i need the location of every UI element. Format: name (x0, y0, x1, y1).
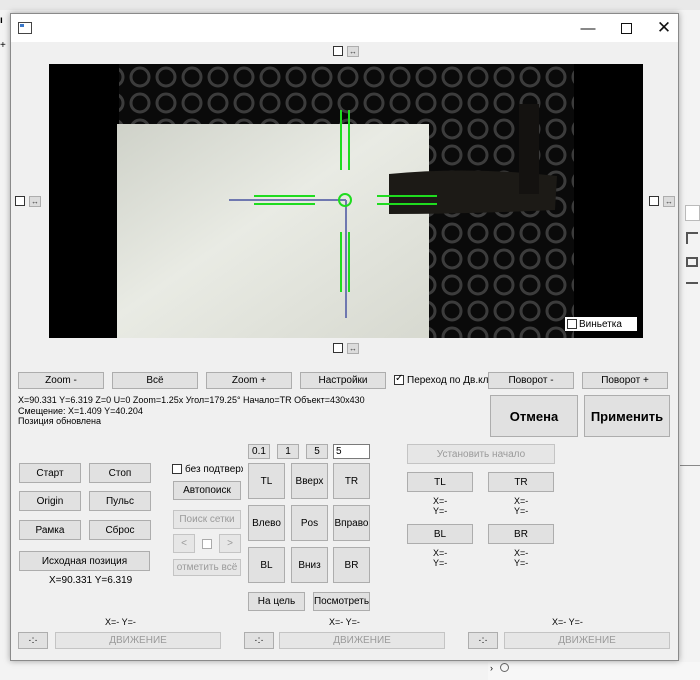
to-target-button[interactable]: На цель (248, 592, 305, 611)
move-readout-left: X=- Y=- (105, 617, 136, 627)
apply-button[interactable]: Применить (584, 395, 670, 437)
move-target-right-button[interactable]: ·:· (468, 632, 498, 649)
minimize-icon: — (580, 19, 596, 37)
corner-br-y: Y=- (514, 558, 529, 568)
jog-tr-button[interactable]: TR (333, 463, 370, 499)
title-bar: — ✕ (11, 14, 678, 42)
camera-view[interactable]: Виньетка (49, 64, 643, 338)
next-button: > (219, 534, 241, 553)
reset-button[interactable]: Сброс (89, 520, 151, 540)
origin-button[interactable]: Origin (19, 491, 81, 511)
move-readout-right: X=- Y=- (552, 617, 583, 627)
move-left-button: ДВИЖЕНИЕ (55, 632, 221, 649)
jog-br-button[interactable]: BR (333, 547, 370, 583)
status-coordinates: X=90.331 Y=6.319 Z=0 U=0 Zoom=1.25x Угол… (18, 395, 365, 405)
corner-br-button[interactable]: BR (488, 524, 554, 544)
jog-down-button[interactable]: Вниз (291, 547, 328, 583)
background-dropdown (685, 205, 700, 221)
corner-tl-button[interactable]: TL (407, 472, 473, 492)
alignment-dialog: — ✕ ↔ ↔ ↔ ↔ Виньетка Zoom - Всё Zoom + Н… (10, 13, 679, 661)
jog-bl-button[interactable]: BL (248, 547, 285, 583)
home-position-button[interactable]: Исходная позиция (19, 551, 150, 571)
zoom-in-button[interactable]: Zoom + (206, 372, 292, 389)
right-edge-checkbox[interactable] (649, 196, 659, 206)
corner-tr-y: Y=- (514, 506, 529, 516)
autosearch-button[interactable]: Автопоиск (173, 481, 241, 500)
zoom-all-button[interactable]: Всё (112, 372, 198, 389)
status-message: Позиция обновлена (18, 416, 102, 426)
left-edge-checkbox[interactable] (15, 196, 25, 206)
rotate-right-button[interactable]: Поворот + (582, 372, 668, 389)
step-0-1-button[interactable]: 0.1 (248, 444, 270, 459)
corner-tr-button[interactable]: TR (488, 472, 554, 492)
vignette-checkbox[interactable] (567, 319, 577, 329)
maximize-icon (620, 22, 632, 34)
background-statusbar (488, 662, 700, 680)
top-edge-checkbox[interactable] (333, 46, 343, 56)
background-edge-mark: ı (0, 15, 3, 26)
right-edge-handle[interactable]: ↔ (663, 196, 675, 207)
rotate-left-button[interactable]: Поворот - (488, 372, 574, 389)
pulse-button[interactable]: Пульс (89, 491, 151, 511)
background-magnifier-icon (500, 663, 509, 672)
mark-all-button: отметить всё (173, 559, 241, 576)
settings-button[interactable]: Настройки (300, 372, 386, 389)
bottom-edge-checkbox[interactable] (333, 343, 343, 353)
no-confirm-label: без подтверждения (185, 464, 243, 475)
grid-search-button: Поиск сетки (173, 510, 241, 529)
app-icon (18, 22, 32, 34)
corner-tl-y: Y=- (433, 506, 448, 516)
background-divider (680, 465, 700, 466)
jog-up-button[interactable]: Вверх (291, 463, 328, 499)
close-icon: ✕ (656, 18, 672, 37)
move-target-center-button[interactable]: ·:· (244, 632, 274, 649)
target-right-icon: ·:· (478, 635, 488, 646)
dblclick-move-label: Переход по Дв.кли (407, 375, 495, 386)
workpiece (117, 124, 429, 338)
close-button[interactable]: ✕ (645, 14, 683, 42)
corner-bl-button[interactable]: BL (407, 524, 473, 544)
clamp (519, 104, 539, 194)
frame-button[interactable]: Рамка (19, 520, 81, 540)
background-tool-icon-2 (686, 257, 698, 267)
grid-point-checkbox (202, 539, 212, 549)
set-origin-button: Установить начало (407, 444, 555, 464)
bottom-edge-handle[interactable]: ↔ (347, 343, 359, 354)
target-left-icon: ·:· (28, 635, 38, 646)
target-center-icon: ·:· (254, 635, 264, 646)
background-chevron-icon: › (490, 663, 493, 673)
jog-tl-button[interactable]: TL (248, 463, 285, 499)
zoom-out-button[interactable]: Zoom - (18, 372, 104, 389)
move-target-left-button[interactable]: ·:· (18, 632, 48, 649)
vignette-label: Виньетка (579, 319, 622, 330)
move-readout-center: X=- Y=- (329, 617, 360, 627)
background-plus-icon: + (0, 40, 6, 51)
minimize-button[interactable]: — (569, 14, 607, 42)
view-button[interactable]: Посмотреть (313, 592, 370, 611)
move-right-button: ДВИЖЕНИЕ (504, 632, 670, 649)
camera-image (49, 64, 643, 338)
home-position-readout: X=90.331 Y=6.319 (49, 575, 133, 586)
no-confirm-checkbox[interactable] (172, 464, 182, 474)
background-toolbar (0, 0, 700, 10)
prev-button: < (173, 534, 195, 553)
step-1-button[interactable]: 1 (277, 444, 299, 459)
background-tool-icon (686, 232, 698, 244)
vignette-toggle[interactable]: Виньетка (565, 317, 637, 331)
step-5-button[interactable]: 5 (306, 444, 328, 459)
cancel-button[interactable]: Отмена (490, 395, 578, 437)
jog-pos-button[interactable]: Pos (291, 505, 328, 541)
left-edge-handle[interactable]: ↔ (29, 196, 41, 207)
stop-button[interactable]: Стоп (89, 463, 151, 483)
maximize-button[interactable] (607, 14, 645, 42)
background-tool-icon-3 (686, 282, 698, 292)
jog-left-button[interactable]: Влево (248, 505, 285, 541)
start-button[interactable]: Старт (19, 463, 81, 483)
move-center-button: ДВИЖЕНИЕ (279, 632, 445, 649)
jog-right-button[interactable]: Вправо (333, 505, 370, 541)
corner-bl-y: Y=- (433, 558, 448, 568)
dblclick-move-checkbox[interactable] (394, 373, 404, 385)
step-value-input[interactable] (333, 444, 370, 459)
top-edge-handle[interactable]: ↔ (347, 46, 359, 57)
